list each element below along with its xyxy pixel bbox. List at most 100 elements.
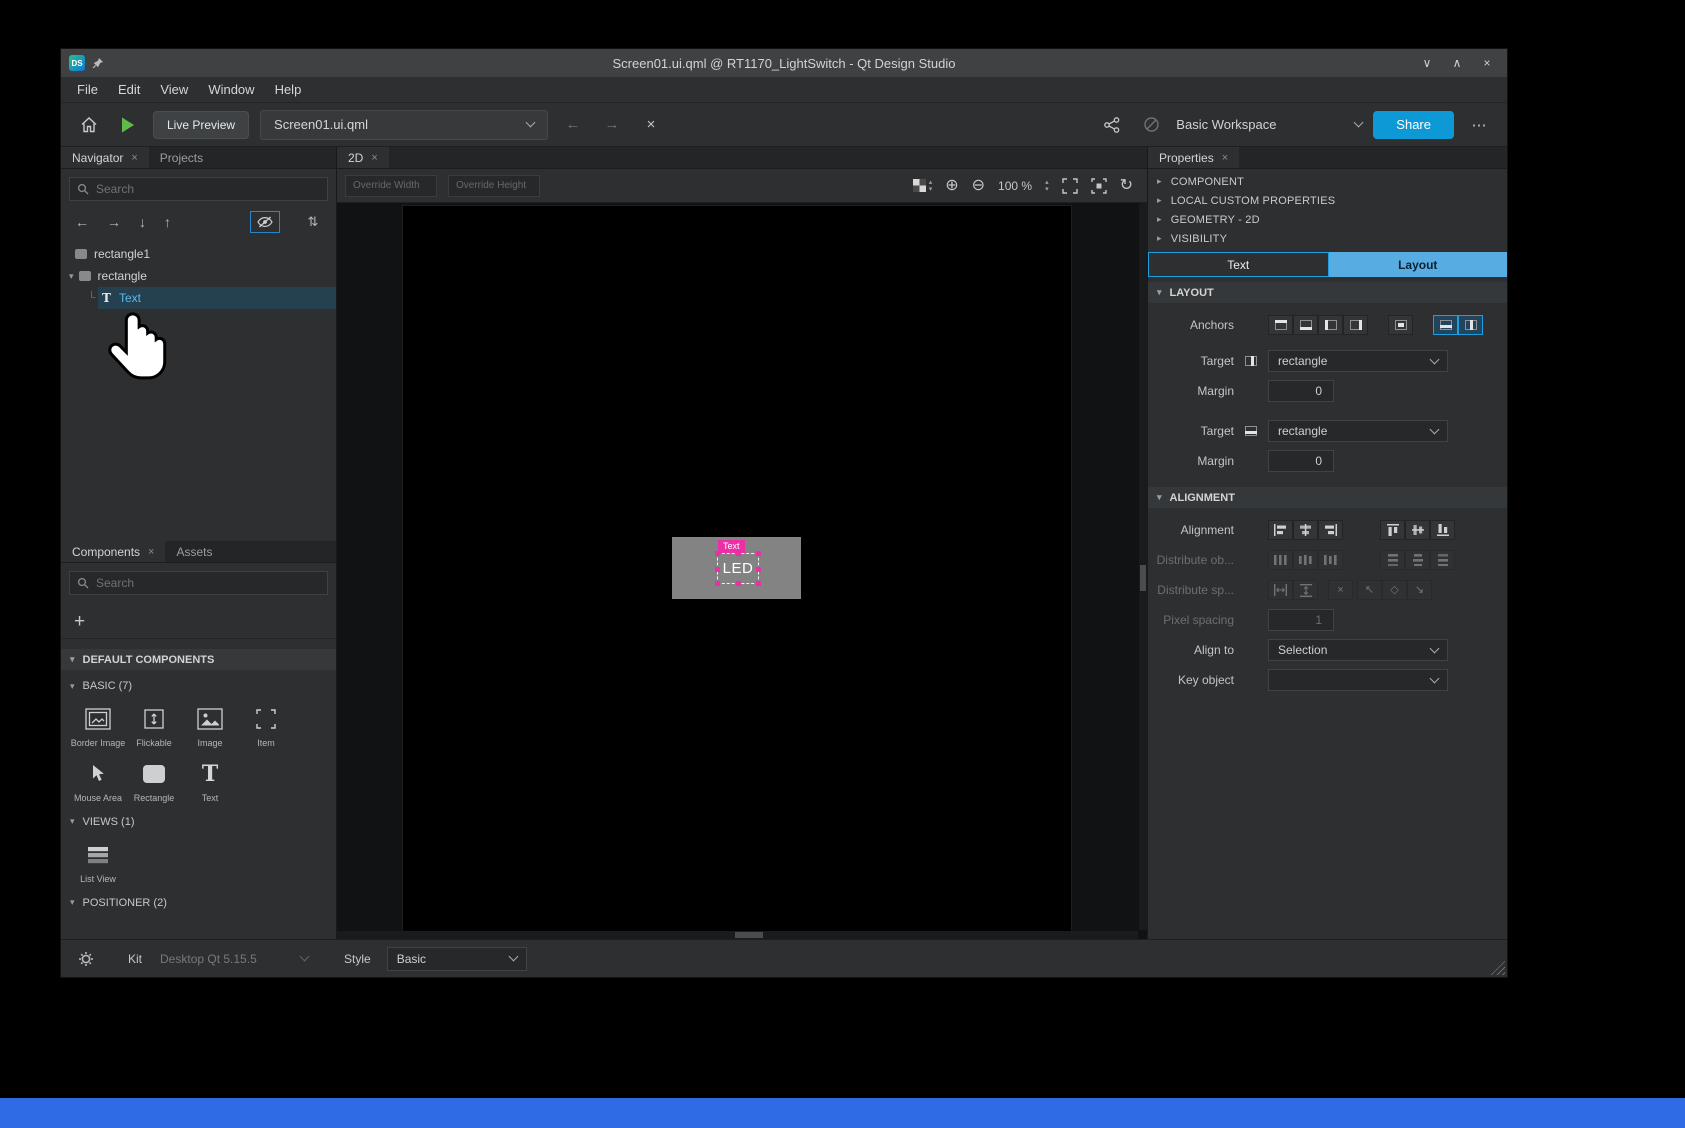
component-flickable[interactable]: Flickable	[126, 704, 182, 749]
close-tab-icon[interactable]: ×	[1222, 152, 1228, 164]
target-vertical-dropdown[interactable]: rectangle	[1268, 420, 1448, 442]
move-down-icon[interactable]: ↓	[139, 214, 146, 230]
canvas-area[interactable]: Text LED	[337, 203, 1147, 939]
close-tab-icon[interactable]: ×	[131, 152, 137, 164]
move-up-icon[interactable]: ↑	[164, 214, 171, 230]
background-color-selector[interactable]: ▴▾	[913, 179, 933, 193]
override-width-input[interactable]	[345, 175, 437, 197]
move-left-icon[interactable]: ←	[75, 214, 89, 230]
more-options-button[interactable]: ⋯	[1465, 111, 1493, 139]
section-geometry-2d[interactable]: ▸ GEOMETRY - 2D	[1148, 210, 1507, 229]
component-border-image[interactable]: Border Image	[70, 704, 126, 749]
selection-handle[interactable]	[756, 581, 761, 586]
navigator-search-input[interactable]	[96, 182, 320, 196]
distribute-origin-center-button[interactable]: ◇	[1382, 580, 1407, 600]
margin-horizontal-input[interactable]: 0	[1268, 380, 1334, 402]
distribute-horizontal-center-button[interactable]	[1293, 550, 1318, 570]
zoom-selection-button[interactable]	[1091, 178, 1107, 194]
menu-window[interactable]: Window	[198, 77, 264, 102]
selection-handle[interactable]	[715, 567, 720, 572]
add-module-button[interactable]: +	[74, 612, 85, 631]
settings-gear-icon[interactable]	[78, 951, 94, 967]
tab-components[interactable]: Components ×	[61, 541, 165, 562]
component-mouse-area[interactable]: Mouse Area	[70, 759, 126, 804]
style-select[interactable]: Basic	[387, 947, 527, 971]
menu-help[interactable]: Help	[265, 77, 312, 102]
minimize-button[interactable]: ∨	[1415, 53, 1439, 73]
align-left-button[interactable]	[1268, 520, 1293, 540]
show-only-visible-toggle[interactable]	[250, 211, 280, 233]
menu-file[interactable]: File	[67, 77, 108, 102]
close-tab-icon[interactable]: ×	[371, 152, 377, 164]
anchor-bottom-button[interactable]	[1293, 315, 1318, 335]
selected-text-element[interactable]: LED	[717, 553, 759, 584]
selection-handle[interactable]	[736, 551, 741, 556]
margin-vertical-input[interactable]: 0	[1268, 450, 1334, 472]
selection-handle[interactable]	[736, 581, 741, 586]
vertical-scrollbar[interactable]	[1139, 203, 1147, 930]
anchor-vertical-center-button[interactable]	[1433, 315, 1458, 335]
menu-edit[interactable]: Edit	[108, 77, 150, 102]
zoom-stepper-icon[interactable]: ▴▾	[1045, 179, 1049, 193]
stepper-icon[interactable]: ▴▾	[929, 179, 933, 193]
move-right-icon[interactable]: →	[107, 214, 121, 230]
selection-handle[interactable]	[756, 567, 761, 572]
tab-assets[interactable]: Assets	[165, 541, 223, 562]
tree-item-text[interactable]: └ T Text	[61, 287, 336, 309]
annotations-icon[interactable]	[1098, 111, 1126, 139]
tab-navigator[interactable]: Navigator ×	[61, 147, 149, 168]
align-to-dropdown[interactable]: Selection	[1268, 639, 1448, 661]
alignment-section-header[interactable]: ▾ ALIGNMENT	[1148, 487, 1507, 508]
expander-caret-icon[interactable]: ▾	[69, 271, 74, 282]
anchor-right-button[interactable]	[1343, 315, 1368, 335]
component-item[interactable]: Item	[238, 704, 294, 749]
distribute-vertical-center-button[interactable]	[1405, 550, 1430, 570]
key-object-dropdown[interactable]	[1268, 669, 1448, 691]
align-top-button[interactable]	[1380, 520, 1405, 540]
align-vertical-center-button[interactable]	[1405, 520, 1430, 540]
vertical-scrollbar-thumb[interactable]	[1140, 565, 1146, 591]
tab-projects[interactable]: Projects	[149, 147, 214, 168]
anchor-horizontal-center-button[interactable]	[1458, 315, 1483, 335]
anchor-left-button[interactable]	[1318, 315, 1343, 335]
pin-icon[interactable]	[92, 57, 104, 69]
zoom-out-button[interactable]: ⊖	[972, 178, 985, 194]
selection-handle[interactable]	[715, 551, 720, 556]
distribute-bottom-button[interactable]	[1430, 550, 1455, 570]
open-document-select[interactable]: Screen01.ui.qml	[260, 110, 548, 140]
selection-handle[interactable]	[756, 551, 761, 556]
basic-section-header[interactable]: ▾ BASIC (7)	[61, 676, 336, 696]
maximize-button[interactable]: ∧	[1445, 53, 1469, 73]
align-right-button[interactable]	[1318, 520, 1343, 540]
validator-status-icon[interactable]	[1137, 111, 1165, 139]
window-resize-grip[interactable]	[1490, 960, 1505, 975]
kit-select[interactable]: Desktop Qt 5.15.5	[160, 952, 308, 966]
section-visibility[interactable]: ▸ VISIBILITY	[1148, 229, 1507, 248]
selection-handle[interactable]	[715, 581, 720, 586]
live-preview-button[interactable]: Live Preview	[153, 111, 249, 139]
anchor-fill-button[interactable]	[1388, 315, 1413, 335]
fit-to-screen-button[interactable]	[1062, 178, 1078, 194]
distribute-left-button[interactable]	[1268, 550, 1293, 570]
align-bottom-button[interactable]	[1430, 520, 1455, 540]
tree-item-rectangle[interactable]: ▾ rectangle	[61, 265, 336, 287]
run-project-button[interactable]	[114, 111, 142, 139]
reset-view-button[interactable]: ↻	[1120, 178, 1133, 194]
positioner-section-header[interactable]: ▾ POSITIONER (2)	[61, 893, 336, 913]
tree-item-rectangle1[interactable]: rectangle1	[61, 243, 336, 265]
horizontal-scrollbar-thumb[interactable]	[735, 932, 763, 938]
close-tab-icon[interactable]: ×	[148, 546, 154, 558]
artboard[interactable]: Text LED	[403, 206, 1071, 932]
section-local-custom-properties[interactable]: ▸ LOCAL CUSTOM PROPERTIES	[1148, 191, 1507, 210]
override-height-input[interactable]	[448, 175, 540, 197]
distribute-spacing-horizontal-button[interactable]	[1268, 580, 1293, 600]
distribute-right-button[interactable]	[1318, 550, 1343, 570]
share-button[interactable]: Share	[1373, 111, 1454, 139]
workspace-select[interactable]: Basic Workspace	[1176, 117, 1362, 132]
qml-rectangle-element[interactable]: Text LED	[672, 537, 801, 599]
distribute-origin-bottomright-button[interactable]: ↘	[1407, 580, 1432, 600]
components-search-input[interactable]	[96, 576, 320, 590]
reverse-order-toggle[interactable]: ⇅	[298, 211, 328, 233]
horizontal-scrollbar[interactable]	[337, 931, 1138, 939]
home-button[interactable]	[75, 111, 103, 139]
